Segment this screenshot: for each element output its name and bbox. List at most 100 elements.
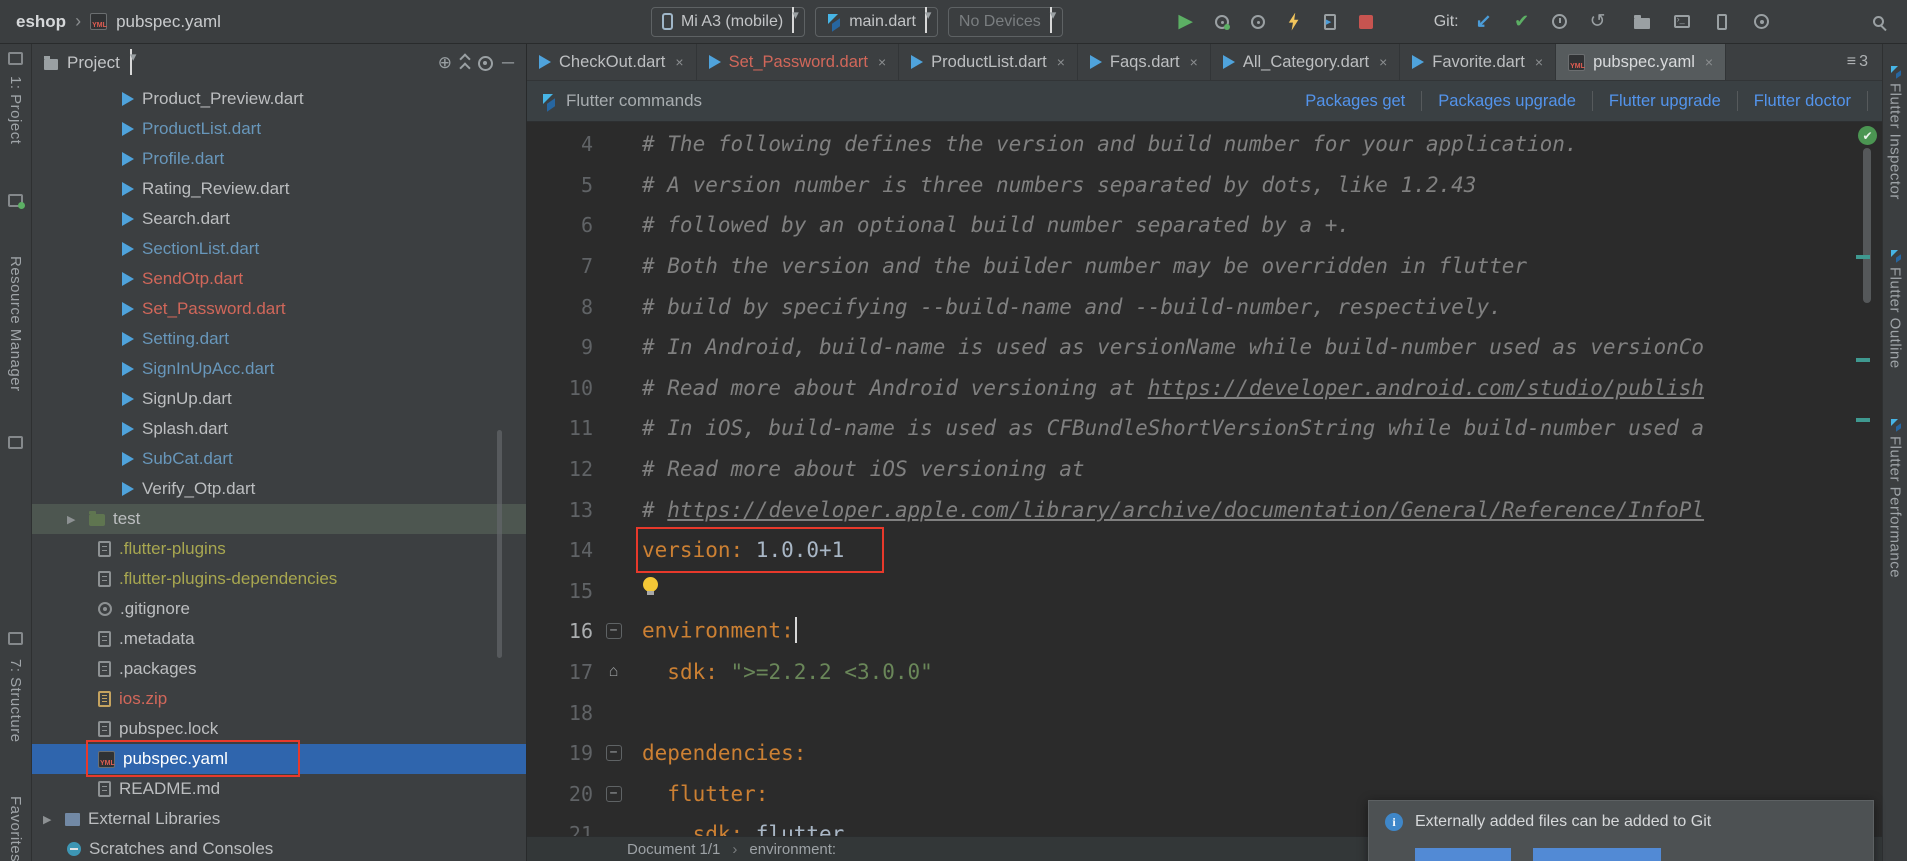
- tree-item[interactable]: .packages: [32, 654, 526, 684]
- toolwindow-flutter-performance[interactable]: Flutter Performance: [1887, 419, 1904, 578]
- git-update-button[interactable]: ↙: [1471, 9, 1497, 35]
- tree-item[interactable]: Scratches and Consoles: [32, 834, 526, 861]
- fold-icon[interactable]: −: [606, 623, 622, 639]
- expand-arrow-icon[interactable]: ▶: [43, 813, 57, 826]
- tree-item[interactable]: SectionList.dart: [32, 234, 526, 264]
- tree-item[interactable]: .gitignore: [32, 594, 526, 624]
- stripe-mark[interactable]: [1856, 358, 1870, 362]
- run-config-selector[interactable]: main.dart ▾: [815, 7, 938, 37]
- debug-button[interactable]: [1209, 9, 1235, 35]
- editor-line[interactable]: 9# In Android, build-name is used as ver…: [527, 327, 1882, 368]
- toolwindow-structure[interactable]: 7: Structure: [7, 659, 24, 743]
- editor-line[interactable]: 13# https://developer.apple.com/library/…: [527, 489, 1882, 530]
- collapse-all-button[interactable]: [461, 55, 469, 72]
- editor-tab[interactable]: CheckOut.dart×: [527, 44, 697, 80]
- tree-item[interactable]: Rating_Review.dart: [32, 174, 526, 204]
- editor-tab[interactable]: Set_Password.dart×: [697, 44, 900, 80]
- close-tab-icon[interactable]: ×: [1057, 54, 1065, 70]
- bookmark-icon[interactable]: [8, 194, 23, 207]
- history-button[interactable]: [1547, 9, 1573, 35]
- editor-line[interactable]: 15: [527, 571, 1882, 612]
- editor-line[interactable]: 5# A version number is three numbers sep…: [527, 165, 1882, 206]
- flutter-action-packages-upgrade[interactable]: Packages upgrade: [1422, 92, 1592, 111]
- tree-item[interactable]: README.md: [32, 774, 526, 804]
- tree-item[interactable]: SignUp.dart: [32, 384, 526, 414]
- stripe-mark[interactable]: [1856, 418, 1870, 422]
- breadcrumb-project[interactable]: eshop: [16, 12, 66, 32]
- tree-item[interactable]: SubCat.dart: [32, 444, 526, 474]
- editor-tab[interactable]: Favorite.dart×: [1400, 44, 1556, 80]
- intention-bulb-icon[interactable]: [643, 577, 658, 592]
- editor-line[interactable]: 16−environment:: [527, 611, 1882, 652]
- tree-item[interactable]: Verify_Otp.dart: [32, 474, 526, 504]
- tree-item[interactable]: ▶test: [32, 504, 526, 534]
- device-selector[interactable]: Mi A3 (mobile) ▾: [651, 7, 805, 37]
- project-scrollbar[interactable]: [497, 430, 502, 658]
- tree-item[interactable]: pubspec.lock: [32, 714, 526, 744]
- tree-item[interactable]: .metadata: [32, 624, 526, 654]
- flutter-action-flutter-doctor[interactable]: Flutter doctor: [1738, 92, 1867, 111]
- editor-line[interactable]: 10# Read more about Android versioning a…: [527, 368, 1882, 409]
- tree-item[interactable]: ios.zip: [32, 684, 526, 714]
- editor-tab[interactable]: ProductList.dart×: [899, 44, 1078, 80]
- toolwindow-flutter-inspector[interactable]: Flutter Inspector: [1887, 66, 1904, 200]
- breadcrumb-file[interactable]: pubspec.yaml: [116, 12, 221, 32]
- editor-line[interactable]: 7# Both the version and the builder numb…: [527, 246, 1882, 287]
- breadcrumb-document[interactable]: Document 1/1: [627, 841, 720, 858]
- flutter-action-packages-get[interactable]: Packages get: [1289, 92, 1421, 111]
- stripe-mark[interactable]: [1856, 255, 1870, 259]
- tree-item[interactable]: Setting.dart: [32, 324, 526, 354]
- editor-line[interactable]: 4# The following defines the version and…: [527, 124, 1882, 165]
- editor-line[interactable]: 19−dependencies:: [527, 733, 1882, 774]
- toolwindow-favorites[interactable]: Favorites: [7, 796, 24, 861]
- gear-icon[interactable]: [478, 56, 493, 71]
- tree-item[interactable]: .flutter-plugins: [32, 534, 526, 564]
- project-panel-title[interactable]: Project: [67, 53, 120, 73]
- fold-end-icon[interactable]: ⌂: [609, 663, 619, 681]
- toolwindow-resource-manager[interactable]: Resource Manager: [7, 256, 24, 392]
- terminal-icon[interactable]: [1669, 9, 1695, 35]
- close-tab-icon[interactable]: ×: [1190, 54, 1198, 70]
- tree-item[interactable]: SendOtp.dart: [32, 264, 526, 294]
- editor-scrollbar[interactable]: [1863, 148, 1871, 303]
- editor-tab[interactable]: pubspec.yaml×: [1556, 44, 1726, 80]
- editor-tab[interactable]: Faqs.dart×: [1078, 44, 1211, 80]
- tree-item[interactable]: Search.dart: [32, 204, 526, 234]
- devices-dropdown[interactable]: No Devices ▾: [948, 7, 1063, 37]
- editor-line[interactable]: 6# followed by an optional build number …: [527, 205, 1882, 246]
- notification-actions[interactable]: [1415, 848, 1857, 861]
- tree-item[interactable]: Splash.dart: [32, 414, 526, 444]
- tree-item[interactable]: ▶External Libraries: [32, 804, 526, 834]
- structure-icon[interactable]: [8, 632, 23, 645]
- fold-icon[interactable]: −: [606, 745, 622, 761]
- editor-line[interactable]: 11# In iOS, build-name is used as CFBund…: [527, 408, 1882, 449]
- gear-icon[interactable]: [1749, 9, 1775, 35]
- tree-item[interactable]: Product_Preview.dart: [32, 84, 526, 114]
- profile-button[interactable]: [1245, 9, 1271, 35]
- search-everywhere-button[interactable]: [1865, 9, 1891, 35]
- editor-line[interactable]: 18: [527, 692, 1882, 733]
- editor-line[interactable]: 8# build by specifying --build-name and …: [527, 286, 1882, 327]
- project-window-icon[interactable]: [8, 52, 23, 65]
- editor-line[interactable]: 17⌂ sdk: ">=2.2.2 <3.0.0": [527, 652, 1882, 693]
- close-tab-icon[interactable]: ×: [675, 54, 683, 70]
- expand-arrow-icon[interactable]: ▶: [67, 513, 81, 526]
- code-editor[interactable]: 4# The following defines the version and…: [527, 122, 1882, 836]
- attach-debugger-button[interactable]: [1317, 9, 1343, 35]
- notification-balloon[interactable]: i Externally added files can be added to…: [1368, 800, 1874, 861]
- flutter-action-flutter-upgrade[interactable]: Flutter upgrade: [1593, 92, 1737, 111]
- close-tab-icon[interactable]: ×: [1379, 54, 1387, 70]
- tree-item[interactable]: Set_Password.dart: [32, 294, 526, 324]
- close-tab-icon[interactable]: ×: [1535, 54, 1543, 70]
- toolwindow-flutter-outline[interactable]: Flutter Outline: [1887, 250, 1904, 369]
- editor-line[interactable]: 14version: 1.0.0+1: [527, 530, 1882, 571]
- editor-tab[interactable]: All_Category.dart×: [1211, 44, 1400, 80]
- close-tab-icon[interactable]: ×: [1705, 54, 1713, 70]
- git-commit-button[interactable]: ✔: [1509, 9, 1535, 35]
- tree-item[interactable]: pubspec.yaml: [32, 744, 526, 774]
- stop-button[interactable]: [1353, 9, 1379, 35]
- breadcrumb-node[interactable]: environment:: [749, 841, 836, 858]
- hidden-tabs-button[interactable]: ≡ 3: [1833, 44, 1882, 80]
- run-button[interactable]: ▶: [1173, 9, 1199, 35]
- editor-line[interactable]: 12# Read more about iOS versioning at: [527, 449, 1882, 490]
